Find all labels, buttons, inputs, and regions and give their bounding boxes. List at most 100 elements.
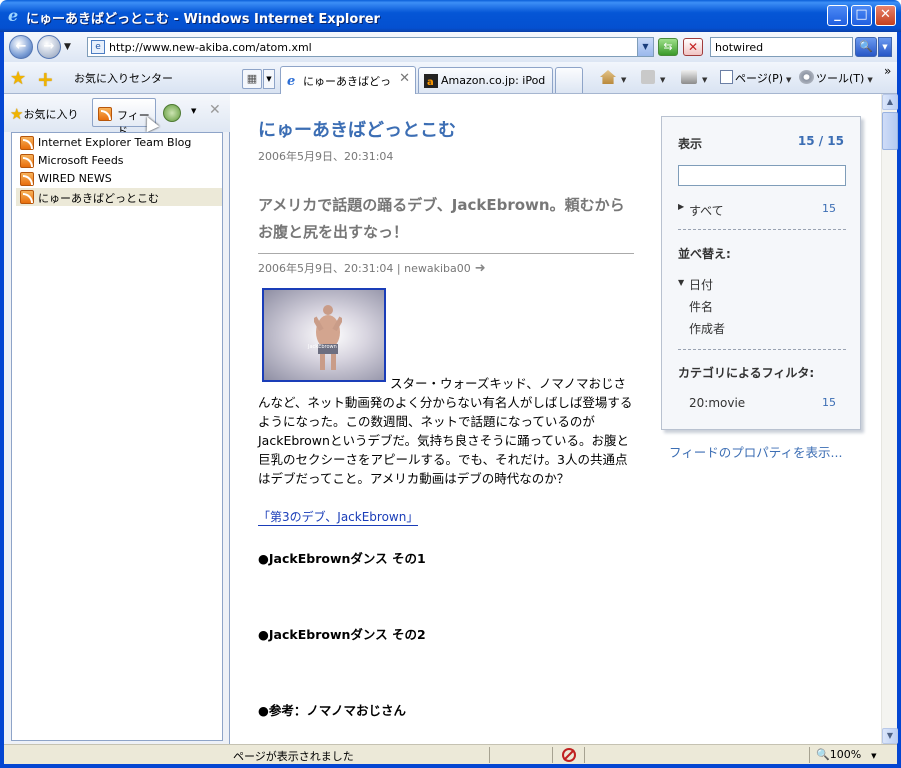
- new-tab-button[interactable]: [555, 67, 583, 93]
- search-options-icon[interactable]: ▼: [878, 37, 892, 57]
- filter-all-count: 15: [822, 202, 836, 215]
- address-dropdown-icon[interactable]: ▼: [637, 38, 653, 56]
- rss-icon: [20, 154, 34, 168]
- tools-menu-label: ツール(T): [816, 72, 865, 85]
- article-photo[interactable]: JackEbrown: [262, 288, 386, 382]
- status-divider: [489, 747, 490, 763]
- main-area: ★お気に入り フィード ▼ ✕ Internet Explorer Team B…: [4, 94, 898, 744]
- page-menu[interactable]: ページ(P) ▼: [720, 70, 791, 86]
- status-divider: [809, 747, 810, 763]
- tab-row: ★ + お気に入りセンター ▦ ▼ e にゅーあきばどっと... ✕ a Ama…: [4, 62, 897, 94]
- feed-item-label: Internet Explorer Team Blog: [38, 136, 192, 149]
- minimize-icon: _: [834, 7, 841, 22]
- favorites-tab-label: お気に入り: [23, 108, 79, 121]
- scroll-down-icon[interactable]: ▼: [882, 728, 898, 744]
- feed-title[interactable]: にゅーあきばどっとこむ: [258, 116, 456, 142]
- feed-item-microsoft-feeds[interactable]: Microsoft Feeds: [16, 152, 222, 170]
- close-pane-icon[interactable]: ✕: [209, 102, 221, 118]
- history-icon[interactable]: [163, 104, 181, 122]
- toolbar-overflow-button[interactable]: »: [884, 64, 891, 78]
- vertical-scrollbar[interactable]: ▲ ▼: [881, 94, 898, 744]
- home-button[interactable]: ▼: [600, 70, 626, 85]
- bullet-item-3: ●参考：ノマノマおじさん: [258, 703, 407, 718]
- favorites-star-icon[interactable]: ★: [10, 68, 26, 89]
- article-divider: [258, 253, 634, 254]
- tab-new-akiba[interactable]: e にゅーあきばどっと... ✕: [280, 66, 416, 94]
- zoom-control[interactable]: 🔍100% ▼: [816, 748, 877, 761]
- printer-icon: [681, 70, 697, 84]
- sort-label: 並べ替え:: [678, 247, 731, 261]
- display-label: 表示: [678, 137, 703, 151]
- home-icon: [600, 70, 616, 84]
- article-body-first: スター・ウォーズキッド、ノマノマおじ: [390, 376, 614, 391]
- feed-content: にゅーあきばどっとこむ 2006年5月9日、20:31:04 アメリカで話題の踊…: [231, 94, 881, 744]
- maximize-icon: □: [855, 7, 868, 22]
- address-input[interactable]: e http://www.new-akiba.com/atom.xml ▼: [87, 37, 654, 57]
- zoom-icon: 🔍: [816, 748, 830, 761]
- refresh-button[interactable]: ⇆: [658, 38, 678, 56]
- back-button[interactable]: ←: [9, 35, 33, 59]
- title-bar[interactable]: e にゅーあきばどっとこむ - Windows Internet Explore…: [0, 0, 901, 32]
- print-button[interactable]: ▼: [681, 70, 707, 85]
- feed-list: Internet Explorer Team Blog Microsoft Fe…: [11, 132, 223, 741]
- article-link[interactable]: 「第3のデブ、JackEbrown」: [258, 508, 419, 526]
- rss-icon: [20, 190, 34, 204]
- search-button[interactable]: 🔍: [855, 37, 877, 57]
- tab-label: にゅーあきばどっと...: [303, 75, 393, 88]
- filter-all[interactable]: すべて: [689, 202, 724, 219]
- sort-by-title[interactable]: 件名: [689, 298, 713, 315]
- favorites-pane-header: ★お気に入り フィード ▼ ✕: [4, 94, 230, 138]
- history-dropdown-icon[interactable]: ▼: [64, 42, 71, 52]
- scroll-up-icon[interactable]: ▲: [882, 94, 898, 110]
- browser-chrome: ← → ▼ e http://www.new-akiba.com/atom.xm…: [4, 32, 898, 764]
- favorites-tab-button[interactable]: ★お気に入り: [10, 105, 78, 123]
- stop-button[interactable]: ✕: [683, 38, 703, 56]
- security-zone-icon[interactable]: [561, 747, 577, 763]
- tools-menu[interactable]: ツール(T) ▼: [799, 70, 873, 86]
- maximize-button[interactable]: □: [851, 5, 872, 26]
- category-filter-item[interactable]: 20:movie: [689, 396, 745, 410]
- tab-amazon[interactable]: a Amazon.co.jp: iPod f...: [418, 67, 553, 93]
- feed-item-wired-news[interactable]: WIRED NEWS: [16, 170, 222, 188]
- status-text: ページが表示されました: [233, 750, 354, 763]
- tab-list-dropdown-icon[interactable]: ▼: [263, 69, 275, 89]
- article-body: スター・ウォーズキッド、ノマノマおじさんなど、ネット動画発のよく分からない有名人…: [258, 374, 633, 488]
- gear-icon: [799, 70, 814, 84]
- feed-date: 2006年5月9日、20:31:04: [258, 150, 394, 163]
- sort-by-author[interactable]: 作成者: [689, 320, 725, 337]
- close-tab-icon[interactable]: ✕: [399, 71, 410, 86]
- feed-item-ie-team-blog[interactable]: Internet Explorer Team Blog: [16, 134, 222, 152]
- sort-by-date[interactable]: 日付: [689, 276, 713, 293]
- svg-text:e: e: [287, 74, 295, 87]
- close-button[interactable]: ✕: [875, 5, 896, 26]
- photo-caption: JackEbrown: [308, 344, 337, 350]
- divider: [678, 229, 846, 230]
- address-url: http://www.new-akiba.com/atom.xml: [109, 41, 312, 54]
- forward-button[interactable]: →: [37, 35, 61, 59]
- article-title[interactable]: アメリカで話題の踊るデブ、JackEbrown。頼むからお腹と尻を出すなっ！: [258, 192, 638, 246]
- filter-search-input[interactable]: [678, 165, 846, 186]
- minimize-button[interactable]: _: [827, 5, 848, 26]
- goto-article-arrow-icon[interactable]: ➜: [475, 261, 486, 276]
- add-favorite-icon[interactable]: +: [37, 67, 54, 91]
- feed-item-new-akiba[interactable]: にゅーあきばどっとこむ: [16, 188, 222, 206]
- ie-page-icon: e: [287, 74, 295, 87]
- quick-tabs-icon[interactable]: ▦: [242, 69, 262, 89]
- display-count: 15 / 15: [797, 134, 844, 148]
- history-dropdown-icon[interactable]: ▼: [191, 107, 196, 115]
- feed-properties-link[interactable]: フィードのプロパティを表示...: [669, 442, 842, 461]
- feed-item-label: にゅーあきばどっとこむ: [38, 192, 159, 205]
- category-filter-label: カテゴリによるフィルタ:: [678, 366, 815, 380]
- scroll-thumb[interactable]: [882, 112, 898, 150]
- sort-active-arrow-icon: ▼: [678, 278, 685, 287]
- favorites-center-label[interactable]: お気に入りセンター: [74, 70, 173, 86]
- article-meta-text: 2006年5月9日、20:31:04 | newakiba00: [258, 262, 471, 275]
- search-input[interactable]: hotwired: [710, 37, 853, 57]
- filter-panel: 表示 15 / 15 ▶ すべて 15 並べ替え: ▼ 日付 件名 作成者 カテ…: [661, 116, 861, 430]
- feeds-toolbar-button[interactable]: ▼: [641, 70, 665, 85]
- feed-item-label: Microsoft Feeds: [38, 154, 124, 167]
- rss-icon: [20, 136, 34, 150]
- category-filter-count: 15: [822, 396, 836, 409]
- feed-item-label: WIRED NEWS: [38, 172, 112, 185]
- status-bar: ページが表示されました 🔍100% ▼: [4, 744, 897, 764]
